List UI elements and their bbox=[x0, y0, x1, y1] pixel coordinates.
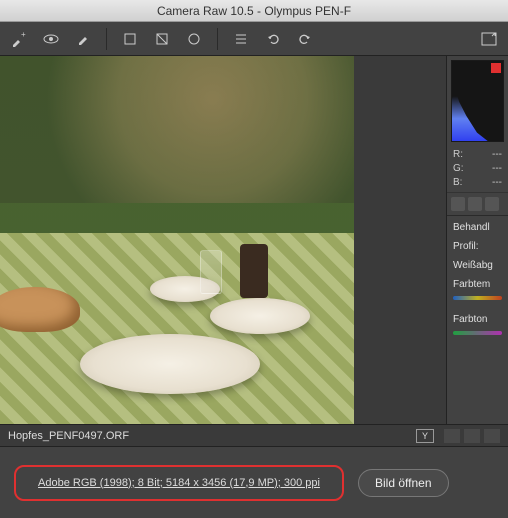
svg-text:+: + bbox=[21, 31, 26, 39]
tint-label: Farbton bbox=[447, 308, 508, 327]
temperature-label: Farbtem bbox=[447, 273, 508, 292]
compare-alt-icon[interactable] bbox=[464, 429, 480, 443]
list-icon[interactable] bbox=[232, 30, 250, 48]
filename-text: Hopfes_PENF0497.ORF bbox=[8, 430, 129, 442]
window-title: Camera Raw 10.5 - Olympus PEN-F bbox=[157, 4, 351, 18]
top-toolbar: + bbox=[0, 22, 508, 56]
detail-tab-icon[interactable] bbox=[485, 197, 499, 211]
open-image-button[interactable]: Bild öffnen bbox=[358, 469, 449, 497]
compare-icon[interactable] bbox=[444, 429, 460, 443]
image-preview[interactable] bbox=[0, 56, 446, 424]
profile-label: Profil: bbox=[447, 235, 508, 254]
temperature-slider[interactable] bbox=[453, 296, 502, 300]
main-area: R: --- G: --- B: --- Behandl Profil: Weißab… bbox=[0, 56, 508, 424]
window-titlebar: Camera Raw 10.5 - Olympus PEN-F bbox=[0, 0, 508, 22]
eye-icon[interactable] bbox=[42, 30, 60, 48]
footer-bar: Adobe RGB (1998); 8 Bit; 5184 x 3456 (17… bbox=[0, 446, 508, 518]
brush-icon[interactable] bbox=[74, 30, 92, 48]
photo-placeholder bbox=[0, 56, 354, 424]
b-label: B: bbox=[453, 176, 462, 190]
histogram[interactable] bbox=[451, 60, 504, 142]
r-label: R: bbox=[453, 148, 463, 162]
whitebalance-label: Weißabg bbox=[447, 254, 508, 273]
workflow-options-link[interactable]: Adobe RGB (1998); 8 Bit; 5184 x 3456 (17… bbox=[14, 465, 344, 501]
circle-icon[interactable] bbox=[185, 30, 203, 48]
b-value: --- bbox=[492, 176, 502, 190]
panel-tabs bbox=[447, 192, 508, 216]
curve-tab-icon[interactable] bbox=[468, 197, 482, 211]
filename-bar: Hopfes_PENF0497.ORF Y bbox=[0, 424, 508, 446]
g-label: G: bbox=[453, 162, 464, 176]
redo-icon[interactable] bbox=[296, 30, 314, 48]
r-value: --- bbox=[492, 148, 502, 162]
filmstrip-icon[interactable] bbox=[484, 429, 500, 443]
clipping-warning-icon[interactable] bbox=[491, 63, 501, 73]
g-value: --- bbox=[492, 162, 502, 176]
crop-alt-icon[interactable] bbox=[153, 30, 171, 48]
crop-icon[interactable] bbox=[121, 30, 139, 48]
fullscreen-icon[interactable] bbox=[480, 30, 498, 48]
toolbar-separator bbox=[217, 28, 218, 50]
basic-tab-icon[interactable] bbox=[451, 197, 465, 211]
tint-slider[interactable] bbox=[453, 331, 502, 335]
treatment-label: Behandl bbox=[447, 216, 508, 235]
right-panel: R: --- G: --- B: --- Behandl Profil: Weißab… bbox=[446, 56, 508, 424]
rgb-readout: R: --- G: --- B: --- bbox=[447, 146, 508, 192]
undo-icon[interactable] bbox=[264, 30, 282, 48]
toolbar-separator bbox=[106, 28, 107, 50]
eyedropper-plus-icon[interactable]: + bbox=[10, 30, 28, 48]
y-badge[interactable]: Y bbox=[416, 429, 434, 443]
